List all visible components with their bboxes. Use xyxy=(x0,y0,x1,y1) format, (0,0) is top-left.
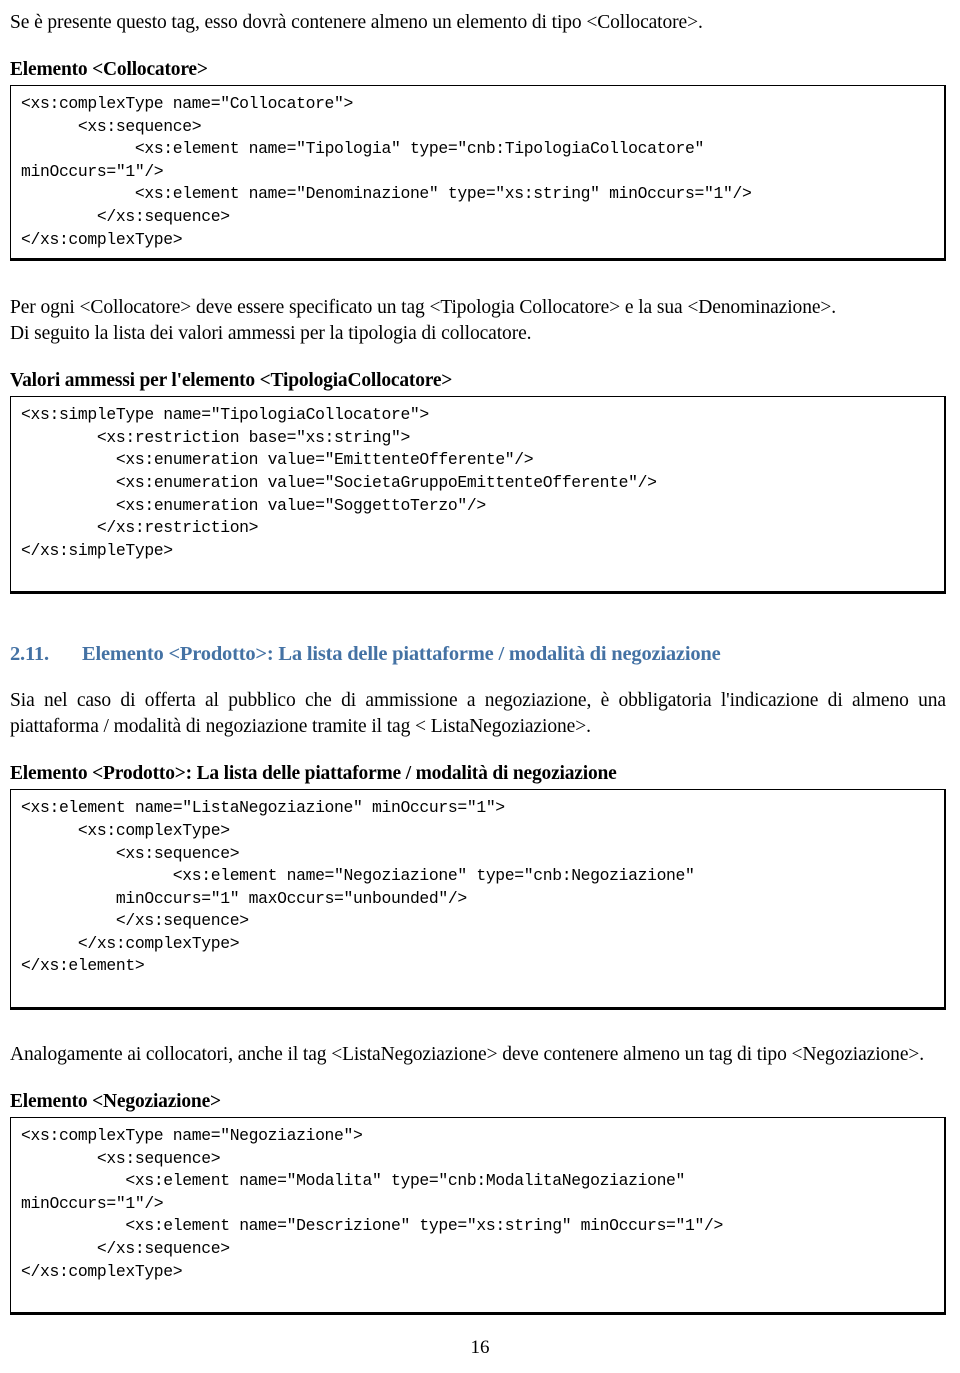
section-title-2-11: Elemento <Prodotto>: La lista delle piat… xyxy=(82,643,721,666)
spacer-after-2-11-heading xyxy=(10,666,946,688)
codebox-lista-negoziazione: <xs:element name="ListaNegoziazione" min… xyxy=(10,789,946,1011)
codebox-tipologia-collocatore: <xs:simpleType name="TipologiaCollocator… xyxy=(10,396,946,595)
intro-paragraph: Se è presente questo tag, esso dovrà con… xyxy=(10,12,703,33)
code-negoziazione: <xs:complexType name="Negoziazione"> <xs… xyxy=(21,1126,723,1281)
code-collocatore: <xs:complexType name="Collocatore"> <xs:… xyxy=(21,94,752,249)
section-heading-2-11: 2.11. Elemento <Prodotto>: La lista dell… xyxy=(10,642,946,666)
paragraph-after-2-11: Sia nel caso di offerta al pubblico che … xyxy=(10,690,946,738)
heading-elemento-prodotto: Elemento <Prodotto>: La lista delle piat… xyxy=(10,763,617,785)
spacer-before-negoziazione-heading xyxy=(10,1068,946,1090)
document-page: Se è presente questo tag, esso dovrà con… xyxy=(0,0,960,1373)
code-lista-negoziazione: <xs:element name="ListaNegoziazione" min… xyxy=(21,798,695,976)
spacer-after-intro xyxy=(10,36,946,58)
heading-valori-ammessi-tipologia-collocatore: Valori ammessi per l'elemento <Tipologia… xyxy=(10,370,453,392)
spacer-after-codebox-2 xyxy=(10,594,946,642)
spacer-before-prodotto-heading xyxy=(10,740,946,762)
top-spacer xyxy=(10,0,946,10)
paragraph-analogamente-collocatori: Analogamente ai collocatori, anche il ta… xyxy=(10,1044,925,1066)
spacer-after-codebox-3 xyxy=(10,1010,946,1042)
codebox-negoziazione: <xs:complexType name="Negoziazione"> <xs… xyxy=(10,1117,946,1316)
heading-elemento-negoziazione: Elemento <Negoziazione> xyxy=(10,1091,221,1113)
spacer-after-codebox-1 xyxy=(10,261,946,295)
codebox-collocatore: <xs:complexType name="Collocatore"> <xs:… xyxy=(10,85,946,262)
section-number-2-11: 2.11. xyxy=(10,643,49,666)
spacer-before-valori-heading xyxy=(10,347,946,369)
paragraph-per-ogni-collocatore-line1: Per ogni <Collocatore> deve essere speci… xyxy=(10,297,837,319)
code-tipologia-collocatore: <xs:simpleType name="TipologiaCollocator… xyxy=(21,405,657,560)
page-number: 16 xyxy=(470,1337,490,1358)
paragraph-per-ogni-collocatore-line2: Di seguito la lista dei valori ammessi p… xyxy=(10,323,532,345)
heading-elemento-collocatore: Elemento <Collocatore> xyxy=(10,59,208,80)
